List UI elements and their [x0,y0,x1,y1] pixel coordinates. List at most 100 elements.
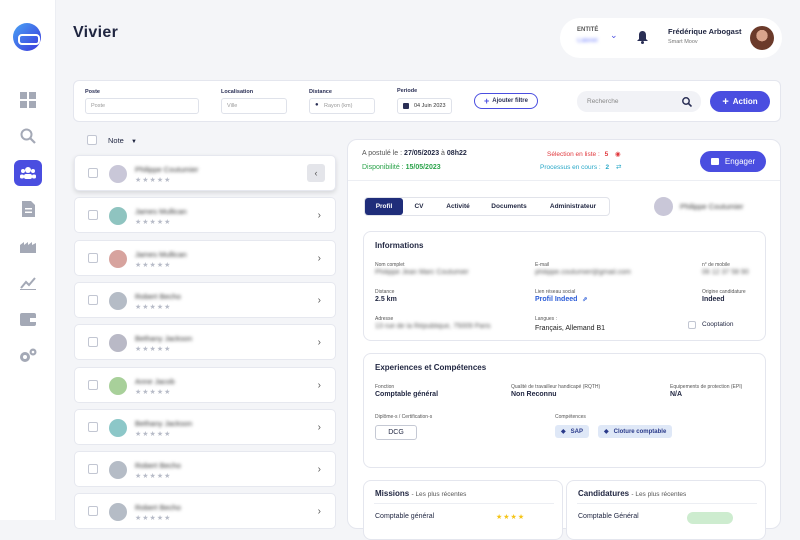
engager-button[interactable]: Engager [700,151,766,172]
candidate-name: Bethany Jackson [135,418,193,428]
search-input[interactable]: Recherche [577,91,701,112]
candidate-name: Robert Becho [135,461,181,471]
distance-input[interactable]: ● Rayon (km) [309,98,375,114]
poste-input[interactable]: Poste [85,98,199,114]
entite-label: ENTITÉ [577,27,599,33]
applied-time: 08h22 [446,150,467,157]
action-button[interactable]: + Action [710,91,770,112]
candidate-checkbox[interactable] [88,168,98,178]
candidature-item[interactable]: Comptable Général [578,513,639,520]
tab-cv[interactable]: CV [403,198,435,215]
filter-bar: Poste Poste Localisation Ville Distance … [73,80,781,122]
candidate-card[interactable]: Anne Jacob ★★★★★ › [74,366,336,403]
candidate-name: Robert Becho [135,503,181,513]
experiences-title: Experiences et Compétences [375,363,487,372]
app-logo[interactable] [13,23,41,51]
candidate-checkbox[interactable] [88,464,98,475]
process-line[interactable]: Processus en cours : 2 ⇄ [540,163,621,171]
missions-header: Missions - Les plus récentes [375,489,466,498]
applied-label: A postulé le : [362,150,403,157]
bell-icon[interactable] [637,31,648,44]
candidate-card[interactable]: James Mullican ★★★★★ › [74,197,336,234]
candidate-card[interactable]: Bethany Jackson ★★★★★ › [74,324,336,361]
candidate-avatar [109,418,127,437]
add-filter-button[interactable]: + Ajouter filtre [474,93,538,109]
user-company: Smart Moov [668,39,698,45]
candidate-checkbox[interactable] [88,506,98,517]
chart-line-icon [20,277,36,290]
cooptation-checkbox[interactable] [688,321,696,329]
calendar-icon [403,103,409,109]
nav-stats[interactable] [14,270,42,296]
mission-item[interactable]: Comptable général [375,513,434,520]
rating-stars[interactable]: ★★★★★ [135,472,171,480]
adresse-label: Adresse [375,316,394,322]
candidate-avatar [109,376,127,395]
candidate-checkbox[interactable] [88,294,98,305]
sort-dropdown[interactable]: Note ▼ [108,136,137,145]
chevron-right-icon[interactable]: › [318,295,321,306]
factory-icon [20,242,36,253]
dashboard-icon [20,92,36,108]
candidate-card[interactable]: Bethany Jackson ★★★★★ › [74,408,336,445]
nav-search[interactable] [14,123,42,149]
candidate-checkbox[interactable] [88,337,98,348]
rating-stars[interactable]: ★★★★★ [135,345,171,353]
user-name: Frédérique Arbogast [668,27,742,36]
rating-stars[interactable]: ★★★★★ [135,514,171,522]
chevron-right-icon[interactable]: › [318,380,321,391]
nav-dashboard[interactable] [14,87,42,113]
fonction-label: Fonction [375,384,395,390]
selection-line[interactable]: Sélection en liste : 5 ◉ [547,150,621,158]
chevron-left-icon[interactable]: ‹ [307,164,325,182]
chevron-right-icon[interactable]: › [318,253,321,264]
candidate-card[interactable]: Robert Becho ★★★★★ › [74,281,336,318]
tab-documents[interactable]: Documents [481,198,537,215]
rating-stars[interactable]: ★★★★★ [135,388,171,396]
candidate-card[interactable]: Robert Becho ★★★★★ › [74,451,336,488]
email-value: philippe.coutumier@gmail.com [535,269,631,276]
rating-stars[interactable]: ★★★★★ [135,303,171,311]
fonction-value: Comptable général [375,391,439,398]
chevron-right-icon[interactable]: › [318,210,321,221]
tab-activite[interactable]: Activité [435,198,481,215]
nav-vivier[interactable] [14,160,42,186]
chevron-right-icon[interactable]: › [318,337,321,348]
rating-stars[interactable]: ★★★★★ [135,430,171,438]
candidate-checkbox[interactable] [88,252,98,263]
informations-section: Informations Nom complet Philippe Jean M… [363,231,766,341]
tag-icon: ◆ [561,429,566,435]
tab-administrateur[interactable]: Administrateur [537,198,609,215]
candidate-checkbox[interactable] [88,421,98,432]
candidatures-header: Candidatures - Les plus récentes [578,489,686,498]
candidate-card[interactable]: Philippe Coutumier ★★★★★ ‹ [74,155,336,191]
candidate-name: Philippe Coutumier [680,202,744,211]
user-avatar[interactable] [750,26,774,50]
divider [348,180,780,181]
candidate-checkbox[interactable] [88,210,98,221]
chevron-right-icon[interactable]: › [318,464,321,475]
origine-value: Indeed [702,296,725,303]
nav-entreprise[interactable] [14,233,42,259]
nav-wallet[interactable] [14,306,42,332]
reseau-link[interactable]: Profil Indeed ⇗ [535,296,587,303]
periode-input[interactable]: 04 Juin 2023 [397,98,452,114]
competences-label: Compétences [555,414,586,420]
nav-documents[interactable] [14,196,42,222]
nav-settings[interactable] [14,343,42,369]
select-all-checkbox[interactable] [87,135,97,145]
tab-profil[interactable]: Profil [365,198,403,215]
chevron-right-icon[interactable]: › [318,506,321,517]
sort-label: Note [108,136,124,145]
localisation-input[interactable]: Ville [221,98,287,114]
rating-stars[interactable]: ★★★★★ [135,261,171,269]
chevron-down-icon[interactable]: ⌄ [610,30,618,41]
entite-value[interactable]: Cabinet [577,38,598,44]
candidate-card[interactable]: Robert Becho ★★★★★ › [74,493,336,530]
diplomes-label: Diplôme-s / Certification-s [375,414,433,420]
rating-stars[interactable]: ★★★★★ [135,218,171,226]
rating-stars[interactable]: ★★★★★ [135,176,171,184]
candidate-card[interactable]: James Mullican ★★★★★ › [74,239,336,276]
chevron-right-icon[interactable]: › [318,422,321,433]
candidate-checkbox[interactable] [88,379,98,390]
